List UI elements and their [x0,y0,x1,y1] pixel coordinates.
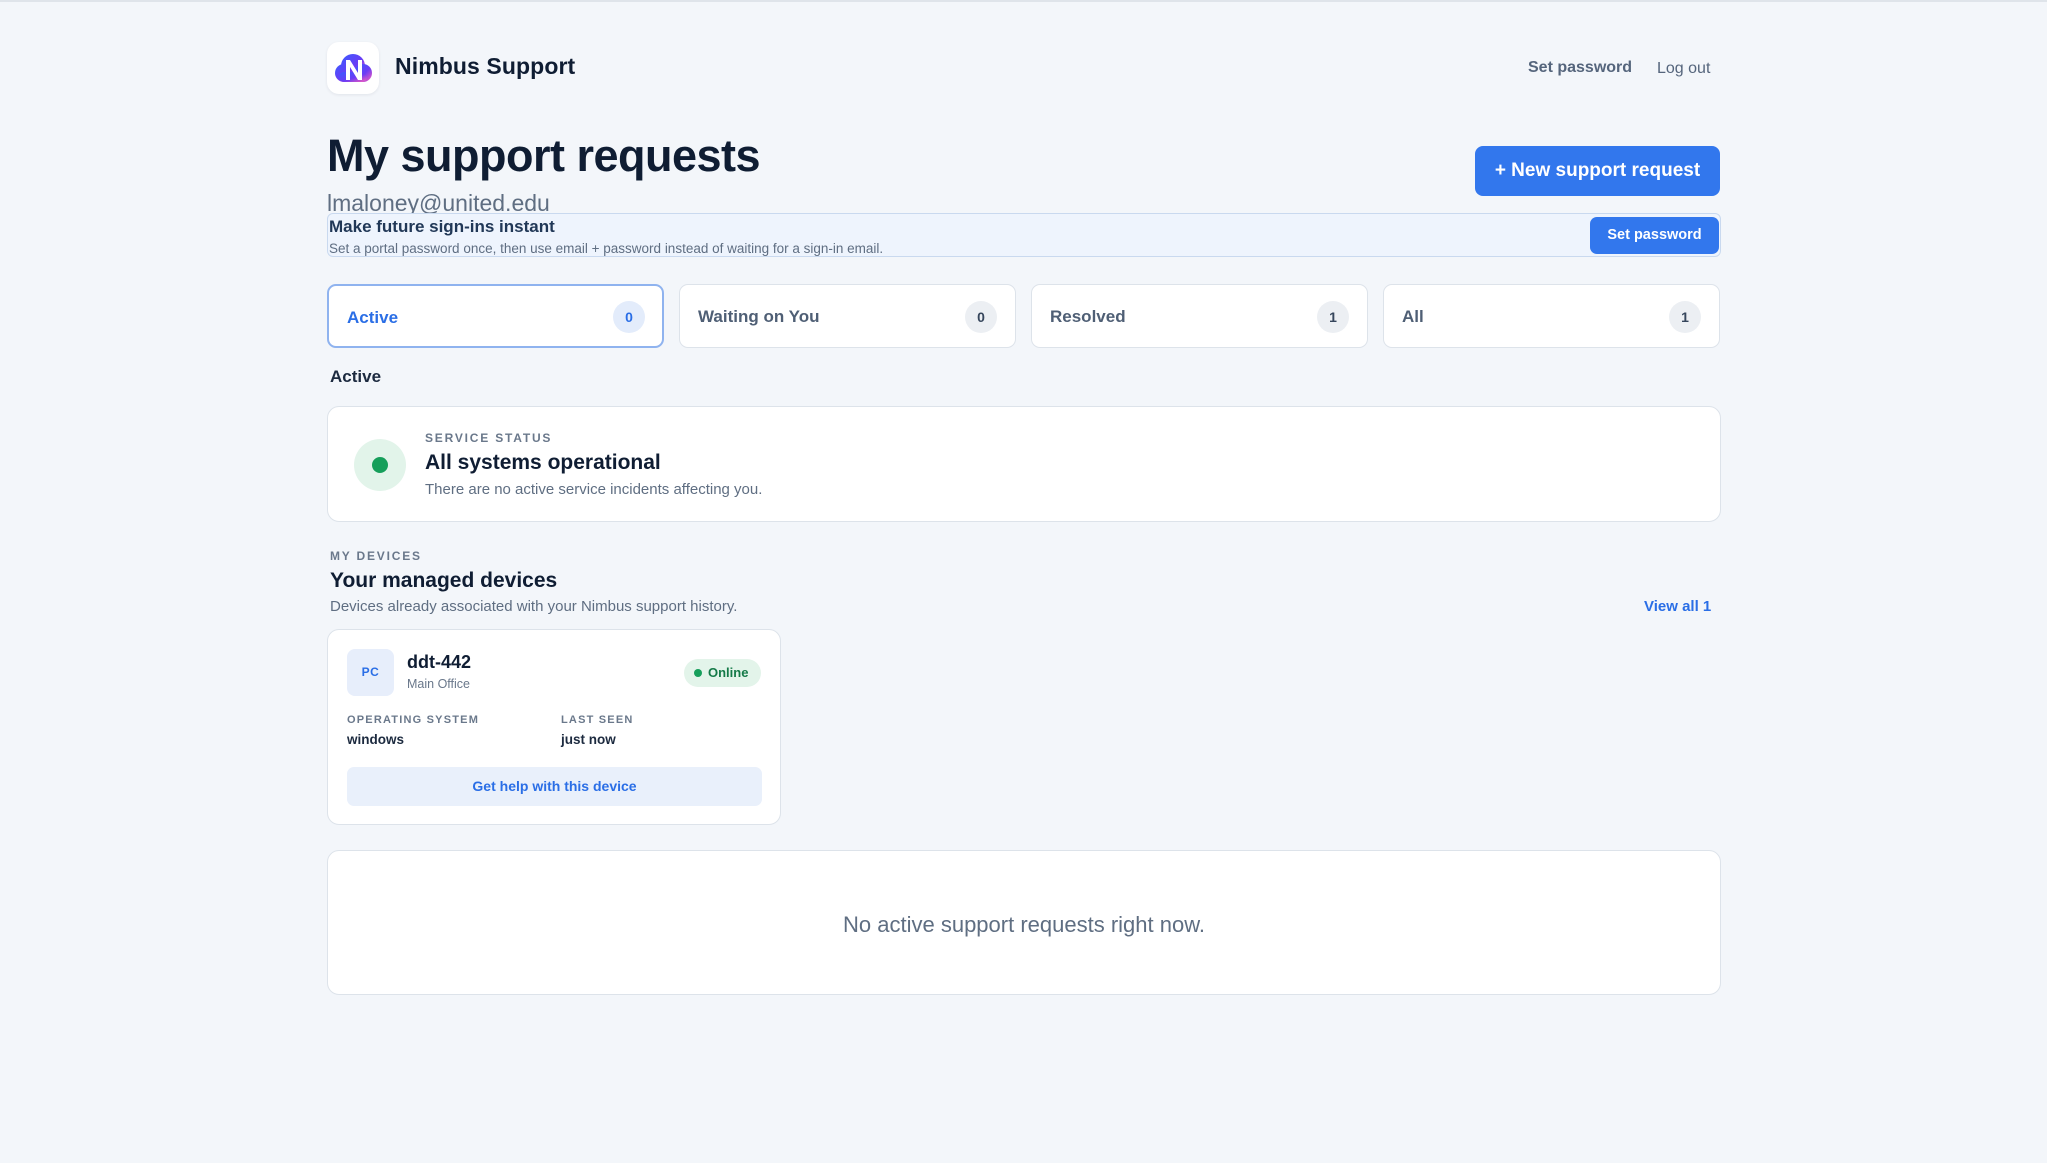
tab-all[interactable]: All 1 [1383,284,1720,348]
top-divider [0,0,2047,2]
view-all-devices-link[interactable]: View all 1 [1644,598,1711,615]
devices-eyebrow: MY DEVICES [330,549,422,563]
tab-label: Active [347,308,399,327]
device-card: PC ddt-442 Main Office Online OPERATING … [327,629,781,825]
os-label: OPERATING SYSTEM [347,714,480,726]
device-location: Main Office [407,677,470,691]
service-status-card: SERVICE STATUS All systems operational T… [327,406,1721,522]
tab-label: All [1402,307,1424,326]
pc-device-icon: PC [347,649,394,696]
tab-waiting-on-you[interactable]: Waiting on You 0 [679,284,1016,348]
devices-title: Your managed devices [330,569,558,592]
nimbus-logo-icon[interactable] [327,42,379,94]
status-indicator-icon [354,439,406,491]
service-status-text: There are no active service incidents af… [425,481,763,498]
nav-logout-link[interactable]: Log out [1657,60,1710,78]
get-device-help-button[interactable]: Get help with this device [347,767,762,806]
last-seen-label: LAST SEEN [561,714,634,726]
tab-count-badge: 1 [1317,301,1349,333]
tab-count-badge: 0 [965,301,997,333]
active-section-heading: Active [330,367,382,386]
password-banner: Make future sign-ins instant Set a porta… [327,213,1721,257]
tab-active[interactable]: Active 0 [327,284,664,348]
os-value: windows [347,732,404,747]
page-title: My support requests [327,130,761,181]
banner-text: Set a portal password once, then use ema… [329,241,884,256]
device-name: ddt-442 [407,652,472,672]
service-status-eyebrow: SERVICE STATUS [425,431,553,445]
banner-title: Make future sign-ins instant [329,217,555,236]
service-status-title: All systems operational [425,451,661,474]
online-dot-icon [694,669,702,677]
empty-state-text: No active support requests right now. [843,912,1205,937]
devices-subtitle: Devices already associated with your Nim… [330,598,738,615]
brand-name: Nimbus Support [395,53,576,79]
status-dot [372,457,388,473]
tab-resolved[interactable]: Resolved 1 [1031,284,1368,348]
tab-label: Waiting on You [698,307,820,326]
device-status-label: Online [708,665,749,680]
empty-requests-card: No active support requests right now. [327,850,1721,995]
tab-label: Resolved [1050,307,1126,326]
last-seen-value: just now [561,732,616,747]
tab-count-badge: 1 [1669,301,1701,333]
device-status-badge: Online [684,659,761,687]
new-support-request-button[interactable]: + New support request [1475,146,1720,196]
banner-set-password-button[interactable]: Set password [1590,217,1719,254]
nav-set-password-link[interactable]: Set password [1528,59,1632,77]
tab-count-badge: 0 [613,301,645,333]
